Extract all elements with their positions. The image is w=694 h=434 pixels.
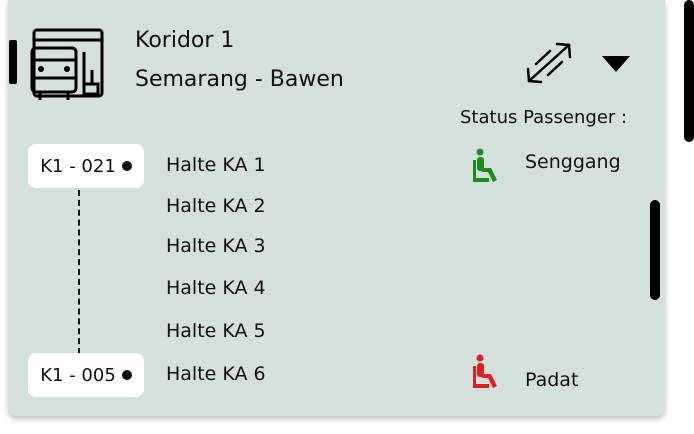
bus-dot bbox=[121, 161, 132, 171]
bus-id: K1 - 021 bbox=[40, 155, 116, 177]
stop-item[interactable]: Halte KA 6 bbox=[166, 363, 266, 385]
route-line bbox=[78, 190, 80, 354]
seated-passenger-icon bbox=[473, 148, 497, 182]
bus-dot bbox=[121, 370, 132, 380]
bus-tag-k1-021[interactable]: K1 - 021 bbox=[28, 144, 144, 188]
stop-item[interactable]: Halte KA 3 bbox=[166, 235, 266, 257]
bus-tag-k1-005[interactable]: K1 - 005 bbox=[28, 353, 144, 397]
seated-passenger-icon bbox=[473, 354, 497, 388]
stop-item[interactable]: Halte KA 4 bbox=[166, 277, 266, 299]
selection-indicator bbox=[9, 40, 17, 84]
stop-item[interactable]: Halte KA 5 bbox=[166, 320, 266, 342]
corridor-title: Koridor 1 bbox=[135, 28, 235, 53]
stop-item[interactable]: Halte KA 1 bbox=[166, 154, 266, 176]
route-title: Semarang - Bawen bbox=[135, 67, 344, 92]
page-scrollbar[interactable] bbox=[684, 0, 694, 142]
stop-item[interactable]: Halte KA 2 bbox=[166, 195, 266, 217]
bus-icon bbox=[30, 28, 104, 100]
expand-arrows-icon[interactable] bbox=[524, 40, 574, 86]
status-label-senggang: Senggang bbox=[525, 151, 621, 173]
bus-id: K1 - 005 bbox=[40, 364, 116, 386]
list-scrollbar[interactable] bbox=[650, 200, 660, 300]
status-label-padat: Padat bbox=[525, 369, 579, 391]
caret-down-icon[interactable] bbox=[600, 54, 632, 74]
status-passenger-title: Status Passenger : bbox=[460, 107, 628, 128]
